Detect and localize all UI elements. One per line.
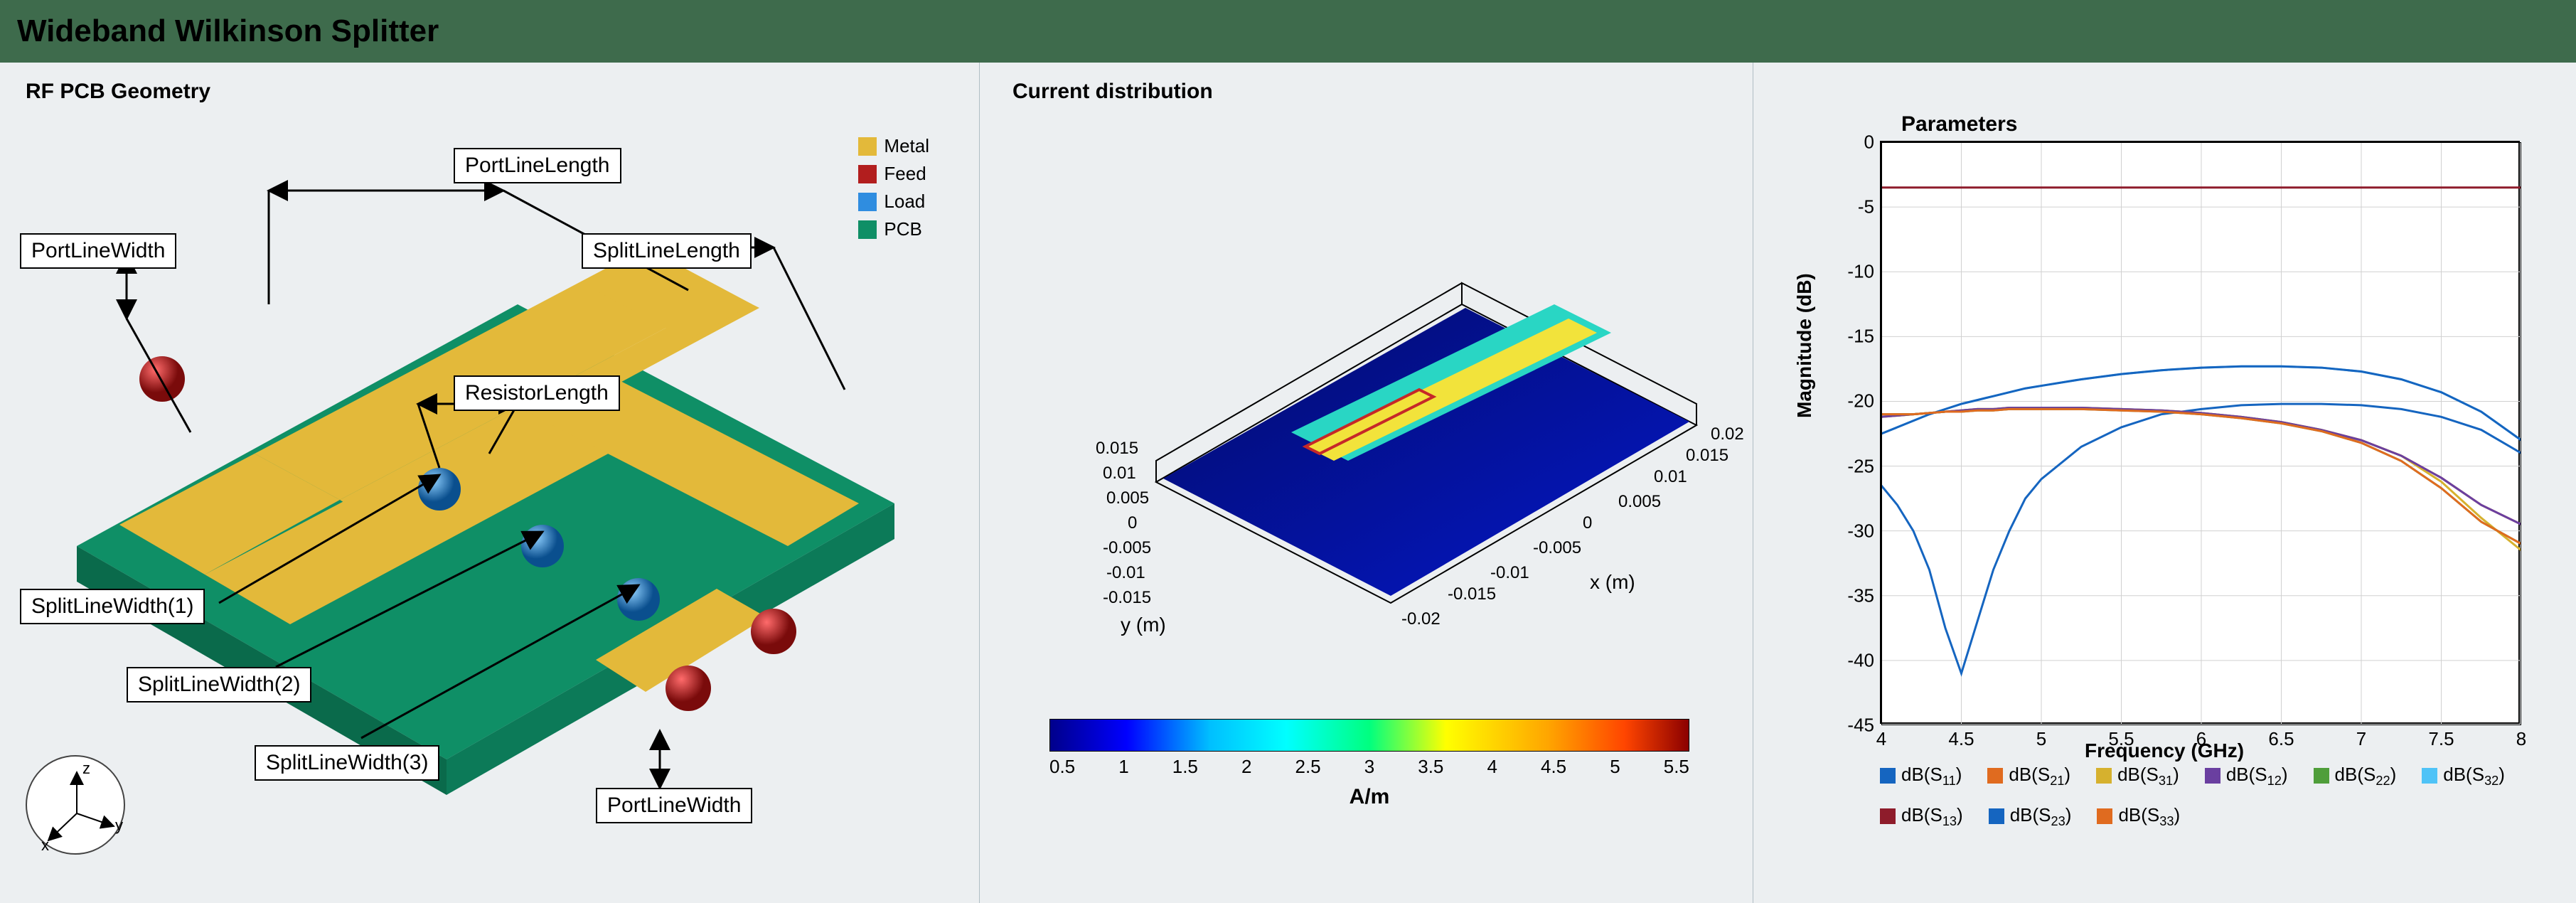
geometry-stage: PortLineWidth PortLineLength SplitLineLe… (6, 105, 979, 873)
svg-text:0.01: 0.01 (1654, 467, 1687, 486)
load-2 (521, 525, 564, 567)
svg-text:-0.015: -0.015 (1103, 588, 1151, 607)
colorbar-tick: 2 (1241, 756, 1251, 778)
colorbar-tick: 5.5 (1664, 756, 1689, 778)
page-title-text: Wideband Wilkinson Splitter (17, 14, 439, 49)
svg-text:0.01: 0.01 (1103, 464, 1136, 483)
axis-z-label: z (82, 759, 90, 777)
chart-ytick: -20 (1847, 390, 1881, 412)
load-3 (617, 578, 660, 621)
colorbar-label: A/m (1049, 785, 1689, 809)
svg-text:-0.01: -0.01 (1106, 563, 1145, 582)
chart-legend-item: dB(S13) (1880, 804, 1963, 829)
axis-y-label: y (115, 816, 123, 834)
chart-xlabel: Frequency (GHz) (1787, 739, 2541, 762)
svg-text:0.005: 0.005 (1106, 488, 1149, 508)
panel-geometry-title: RF PCB Geometry (6, 63, 979, 109)
chart-ytick: -30 (1847, 520, 1881, 542)
label-port-line-width-2: PortLineWidth (596, 788, 752, 823)
colorbar-tick: 2.5 (1295, 756, 1321, 778)
colorbar-tick: 4.5 (1541, 756, 1566, 778)
panel-current-title: Current distribution (993, 63, 1753, 109)
label-split-line-length: SplitLineLength (582, 233, 752, 269)
chart-ytick: -15 (1847, 326, 1881, 348)
legend-item: Load (858, 188, 929, 215)
svg-text:0.02: 0.02 (1711, 424, 1744, 444)
svg-text:0: 0 (1128, 513, 1137, 533)
colorbar-gradient (1049, 719, 1689, 752)
label-port-line-length: PortLineLength (454, 148, 621, 183)
colorbar-tick: 1.5 (1172, 756, 1198, 778)
chart-legend-item: dB(S21) (1987, 764, 2070, 789)
chart-legend-item: dB(S22) (2314, 764, 2397, 789)
svg-text:0.015: 0.015 (1686, 446, 1728, 465)
chart-wrap: Parameters Magnitude (dB) 0-5-10-15-20-2… (1787, 112, 2541, 823)
svg-text:-0.015: -0.015 (1448, 584, 1496, 604)
svg-text:-0.01: -0.01 (1490, 563, 1529, 582)
label-split-line-width-3: SplitLineWidth(3) (255, 745, 439, 781)
chart-plot-area: 0-5-10-15-20-25-30-35-40-4544.555.566.57… (1880, 141, 2520, 724)
colorbar-tick: 4 (1487, 756, 1497, 778)
chart-legend-item: dB(S12) (2205, 764, 2288, 789)
geometry-svg (6, 105, 980, 873)
chart-ytick: -40 (1847, 649, 1881, 671)
chart-legend: dB(S11) dB(S21) dB(S31) dB(S12) dB(S22) dB(S3… (1880, 764, 2541, 829)
svg-text:-0.005: -0.005 (1103, 538, 1151, 557)
svg-text:-0.02: -0.02 (1401, 609, 1441, 629)
feed-port-3 (666, 666, 711, 711)
feed-port-1 (139, 356, 185, 402)
field-plate (1163, 308, 1689, 596)
chart-legend-item: dB(S33) (2097, 804, 2180, 829)
chart-ytick: -5 (1858, 196, 1881, 218)
chart-ytick: -10 (1847, 261, 1881, 283)
chart-ytick: -35 (1847, 584, 1881, 607)
svg-text:0.015: 0.015 (1096, 439, 1138, 458)
chart-legend-item: dB(S11) (1880, 764, 1962, 789)
label-split-line-width-1: SplitLineWidth(1) (20, 589, 205, 624)
label-port-line-width: PortLineWidth (20, 233, 176, 269)
chart-svg (1881, 142, 2521, 725)
chart-legend-item: dB(S31) (2096, 764, 2179, 789)
chart-legend-item: dB(S23) (1989, 804, 2072, 829)
dist-svg: -0.02 -0.015 -0.01 -0.005 0 0.005 0.01 0… (993, 134, 1753, 674)
dist-xlabel: x (m) (1590, 571, 1635, 593)
legend-item: Metal (858, 132, 929, 160)
load-1 (418, 468, 461, 511)
svg-text:0: 0 (1583, 513, 1592, 533)
dist-stage: -0.02 -0.015 -0.01 -0.005 0 0.005 0.01 0… (993, 112, 1753, 880)
chart-legend-item: dB(S32) (2422, 764, 2505, 789)
axis-x-label: x (41, 836, 49, 854)
panels-row: RF PCB Geometry (0, 63, 2576, 903)
colorbar-tick: 5 (1610, 756, 1620, 778)
panel-parameters: Parameters Magnitude (dB) 0-5-10-15-20-2… (1766, 63, 2562, 903)
colorbar-ticks: 0.5 1 1.5 2 2.5 3 3.5 4 4.5 5 5.5 (1049, 756, 1689, 778)
label-resistor-length: ResistorLength (454, 375, 620, 411)
colorbar-tick: 3 (1364, 756, 1374, 778)
panel-geometry: RF PCB Geometry (6, 63, 980, 903)
svg-text:-0.005: -0.005 (1533, 538, 1581, 557)
panel-current-dist: Current distribution (993, 63, 1753, 903)
geometry-legend: MetalFeedLoadPCB (858, 132, 929, 243)
legend-item: PCB (858, 215, 929, 243)
page-title: Wideband Wilkinson Splitter (0, 0, 2576, 63)
feed-port-2 (751, 609, 796, 654)
colorbar-tick: 0.5 (1049, 756, 1075, 778)
legend-item: Feed (858, 160, 929, 188)
colorbar-tick: 3.5 (1418, 756, 1443, 778)
axis-gizmo: z y x (26, 755, 125, 855)
dist-ylabel: y (m) (1121, 614, 1166, 636)
chart-title: Parameters (1901, 112, 2541, 137)
label-split-line-width-2: SplitLineWidth(2) (127, 667, 311, 702)
chart-ytick: -25 (1847, 455, 1881, 477)
colorbar: 0.5 1 1.5 2 2.5 3 3.5 4 4.5 5 5.5 A/m (1049, 719, 1689, 809)
dist-y-ticks: 0.015 0.01 0.005 0 -0.005 -0.01 -0.015 (1096, 439, 1151, 607)
chart-ylabel: Magnitude (dB) (1793, 273, 1816, 418)
chart-ytick: 0 (1864, 132, 1881, 154)
colorbar-tick: 1 (1118, 756, 1128, 778)
svg-text:0.005: 0.005 (1618, 492, 1661, 511)
